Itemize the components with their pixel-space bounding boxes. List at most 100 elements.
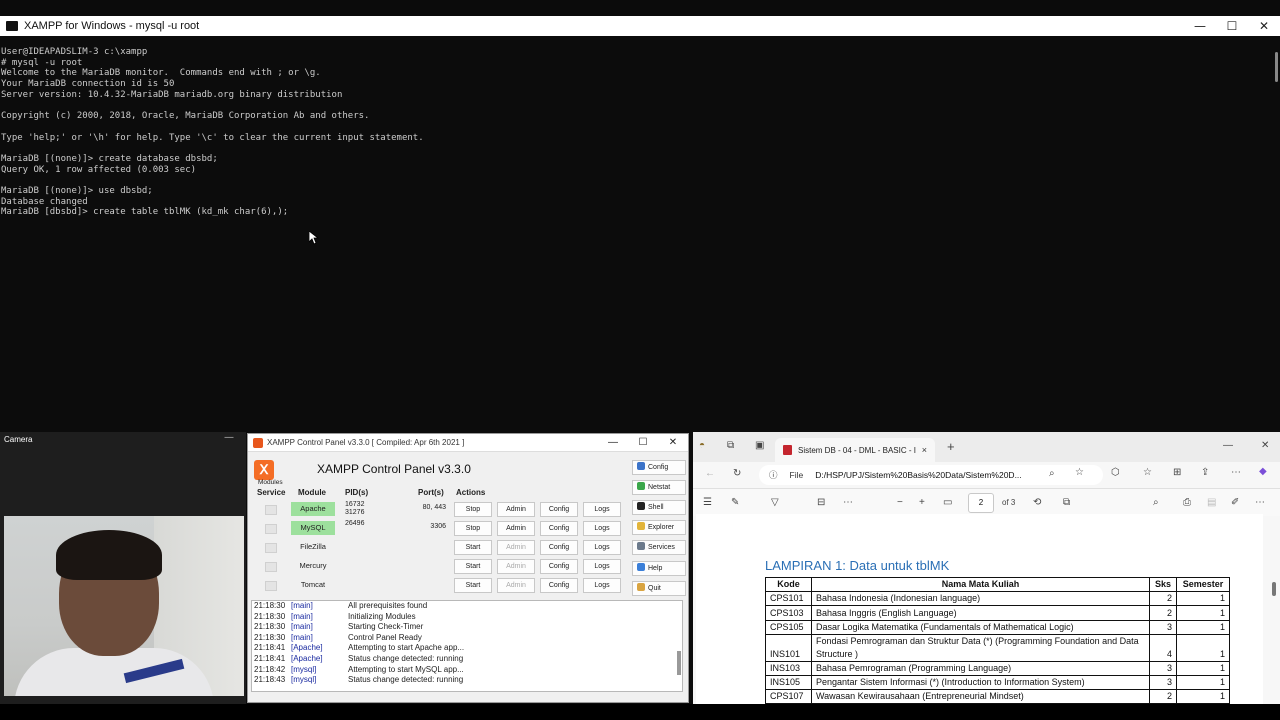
tab-pdf-document[interactable]: Sistem DB - 04 - DML - BASIC - I ×	[775, 438, 935, 462]
pdf-page[interactable]: LAMPIRAN 1: Data untuk tblMK Kode Nama M…	[696, 514, 1263, 704]
cell-nama: Bahasa Pemrograman (Programming Language…	[811, 660, 1150, 676]
th-kode: Kode	[765, 576, 812, 593]
highlight-icon[interactable]: ✎	[731, 497, 739, 508]
camera-window[interactable]: Camera —	[0, 432, 246, 704]
back-icon[interactable]: ←	[705, 468, 715, 479]
admin-button[interactable]: Admin	[497, 521, 535, 536]
terminal-titlebar[interactable]: XAMPP for Windows - mysql -u root — ☐ ✕	[0, 16, 1280, 36]
more-menu-icon[interactable]: ⋯	[1231, 467, 1241, 478]
header-module: Module	[298, 488, 326, 497]
terminal-window[interactable]: XAMPP for Windows - mysql -u root — ☐ ✕ …	[0, 16, 1280, 432]
log-message: Status change detected: running	[348, 675, 464, 685]
info-icon: ⓘ	[769, 470, 778, 480]
share-icon[interactable]: ⇪	[1201, 467, 1209, 478]
start-stop-button[interactable]: Stop	[454, 521, 492, 536]
camera-minimize-button[interactable]: —	[224, 432, 234, 443]
table-row: CPS105 Dasar Logika Matematika (Fundament…	[765, 619, 1230, 635]
save-as-icon[interactable]: ✐	[1231, 497, 1239, 508]
logs-button[interactable]: Logs	[583, 521, 621, 536]
pdf-menu-icon[interactable]: ⋯	[1255, 497, 1265, 508]
browser-close-button[interactable]: ✕	[1261, 440, 1269, 451]
start-stop-button[interactable]: Start	[454, 540, 492, 555]
logs-button[interactable]: Logs	[583, 502, 621, 517]
tab-close-icon[interactable]: ×	[922, 445, 927, 455]
log-scrollbar[interactable]	[677, 651, 681, 675]
workspaces-icon[interactable]: ⧉	[727, 440, 734, 451]
xampp-maximize-button[interactable]: ☐	[628, 437, 658, 448]
contents-icon[interactable]: ☰	[703, 497, 712, 508]
log-module: [mysql]	[291, 664, 317, 674]
maximize-button[interactable]: ☐	[1216, 19, 1248, 33]
tab-actions-icon[interactable]: ▣	[755, 440, 764, 451]
netstat-side-button[interactable]: Netstat	[632, 480, 686, 495]
browser-minimize-button[interactable]: —	[1223, 440, 1233, 451]
save-icon[interactable]: ▤	[1207, 497, 1216, 508]
find-icon[interactable]: ⌕	[1153, 497, 1159, 508]
terminal-output[interactable]: User@IDEAPADSLIM-3 c:\xampp # mysql -u ro…	[0, 36, 1280, 218]
log-module: [main]	[291, 601, 313, 610]
zoom-icon[interactable]: ⌕	[1049, 468, 1055, 479]
service-checkbox[interactable]	[265, 581, 277, 591]
service-checkbox[interactable]	[265, 524, 277, 534]
cell-nama: Bahasa Indonesia (Indonesian language)	[811, 591, 1150, 607]
config-button[interactable]: Config	[540, 521, 578, 536]
config-button[interactable]: Config	[540, 578, 578, 593]
terminal-line: Your MariaDB connection id is 50	[1, 79, 175, 90]
minimize-button[interactable]: —	[1184, 19, 1216, 33]
extensions-icon[interactable]: ⬡	[1111, 467, 1120, 478]
two-page-icon[interactable]: ⧉	[1063, 497, 1070, 508]
favorites-icon[interactable]: ☆	[1143, 467, 1152, 478]
terminal-scrollbar[interactable]	[1275, 52, 1278, 82]
page-number-input[interactable]: 2	[968, 493, 994, 513]
side-button-label: Help	[648, 565, 663, 572]
admin-button[interactable]: Admin	[497, 502, 535, 517]
start-stop-button[interactable]: Stop	[454, 502, 492, 517]
xampp-titlebar[interactable]: XAMPP Control Panel v3.3.0 [ Compiled: A…	[248, 434, 688, 452]
close-button[interactable]: ✕	[1248, 19, 1280, 33]
admin-button[interactable]: Admin	[497, 578, 535, 593]
terminal-line: MariaDB [(none)]> create database dbsbd;	[1, 153, 218, 164]
config-side-button[interactable]: Config	[632, 460, 686, 475]
draw-icon[interactable]: ▽	[771, 497, 779, 508]
rotate-icon[interactable]: ⟲	[1033, 497, 1041, 508]
zoom-in-button[interactable]: +	[919, 497, 925, 508]
new-tab-button[interactable]: +	[947, 439, 955, 454]
profile-icon[interactable]: ◓	[699, 440, 705, 451]
page-view-icon[interactable]: ⊟	[817, 497, 825, 508]
xampp-close-button[interactable]: ✕	[658, 437, 688, 448]
xampp-minimize-button[interactable]: —	[598, 437, 628, 448]
admin-button[interactable]: Admin	[497, 540, 535, 555]
xampp-log-panel[interactable]: 21:18:30 [main] All prerequisites found 21:…	[251, 600, 683, 692]
help-side-button[interactable]: Help	[632, 561, 686, 576]
services-side-button[interactable]: Services	[632, 540, 686, 555]
pdf-more-icon[interactable]: ⋯	[843, 497, 853, 508]
collections-icon[interactable]: ⊞	[1173, 467, 1181, 478]
favorite-star-icon[interactable]: ☆	[1075, 467, 1084, 478]
service-checkbox[interactable]	[265, 562, 277, 572]
service-checkbox[interactable]	[265, 505, 277, 515]
fit-page-icon[interactable]: ▭	[943, 497, 952, 508]
cell-nama: Pengantar Sistem Informasi (*) (Introduc…	[811, 674, 1150, 691]
config-button[interactable]: Config	[540, 502, 578, 517]
logs-button[interactable]: Logs	[583, 578, 621, 593]
config-button[interactable]: Config	[540, 559, 578, 574]
logs-button[interactable]: Logs	[583, 540, 621, 555]
explorer-side-button[interactable]: Explorer	[632, 520, 686, 535]
start-stop-button[interactable]: Start	[454, 578, 492, 593]
quit-side-button[interactable]: Quit	[632, 581, 686, 596]
pdf-scroll-thumb[interactable]	[1272, 582, 1276, 596]
service-checkbox[interactable]	[265, 543, 277, 553]
refresh-icon[interactable]: ↻	[733, 468, 741, 479]
copilot-icon[interactable]: ◆	[1259, 466, 1267, 477]
shell-side-button[interactable]: Shell	[632, 500, 686, 515]
logs-button[interactable]: Logs	[583, 559, 621, 574]
admin-button[interactable]: Admin	[497, 559, 535, 574]
zoom-out-button[interactable]: −	[897, 497, 903, 508]
xampp-control-panel-window[interactable]: XAMPP Control Panel v3.3.0 [ Compiled: A…	[247, 433, 689, 703]
pdf-scrollbar[interactable]	[1271, 516, 1277, 702]
browser-window[interactable]: ◓ ⧉ ▣ Sistem DB - 04 - DML - BASIC - I ×…	[693, 432, 1280, 704]
start-stop-button[interactable]: Start	[454, 559, 492, 574]
print-icon[interactable]: ⎙	[1183, 497, 1191, 508]
log-line: 21:18:30 [main] Control Panel Ready	[252, 633, 682, 644]
config-button[interactable]: Config	[540, 540, 578, 555]
